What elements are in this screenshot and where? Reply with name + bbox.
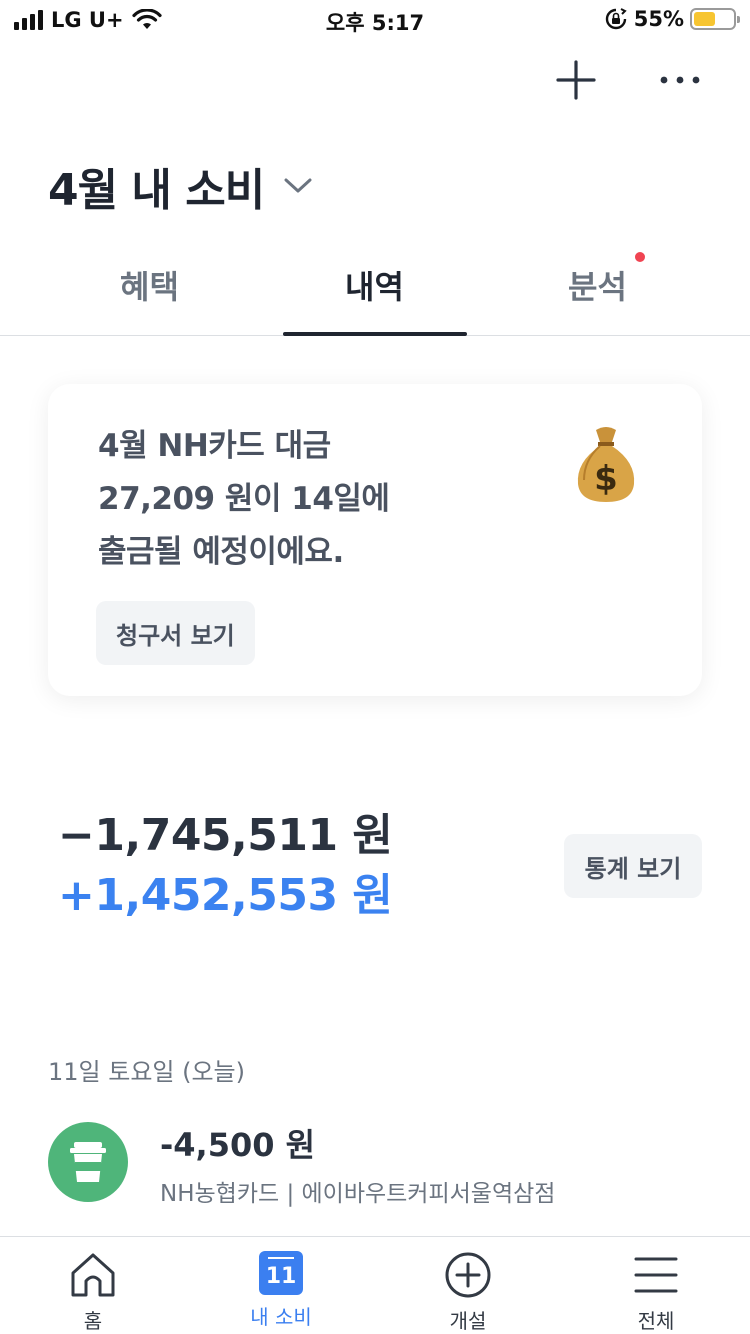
bottom-nav: 홈 11 내 소비 개설 전체 xyxy=(0,1236,750,1334)
coffee-cup-icon xyxy=(70,1142,106,1182)
day-header: 11일 토요일 (오늘) xyxy=(48,1058,246,1086)
nav-open-account-label: 개설 xyxy=(449,1309,487,1333)
nav-open-account[interactable]: 개설 xyxy=(408,1251,528,1334)
page-title: 4월 내 소비 xyxy=(48,165,265,216)
notification-dot xyxy=(634,252,645,262)
status-bar: LG U+ 오후 5:17 55% xyxy=(0,0,750,40)
rotation-lock-icon xyxy=(605,8,627,30)
view-bill-button[interactable]: 청구서 보기 xyxy=(96,601,255,665)
tab-analysis[interactable]: 분석 xyxy=(568,252,645,308)
active-tab-indicator xyxy=(283,332,467,336)
menu-icon xyxy=(634,1257,678,1293)
transaction-row[interactable]: -4,500 원 NH농협카드 | 에이바우트커피서울역삼점 xyxy=(48,1120,702,1210)
chevron-down-icon xyxy=(284,178,312,193)
add-button[interactable] xyxy=(554,58,598,102)
nav-all-label: 전체 xyxy=(637,1309,675,1333)
tab-bar: 혜택 내역 분석 xyxy=(0,250,750,336)
battery-level xyxy=(694,12,715,26)
nav-home[interactable]: 홈 xyxy=(33,1251,153,1334)
battery-percent: 55% xyxy=(633,7,684,31)
more-button[interactable] xyxy=(658,58,702,102)
bill-card: 4월 NH카드 대금 27,209 원이 14일에 출금될 예정이에요. $ 청… xyxy=(48,384,702,696)
tab-analysis-label: 분석 xyxy=(568,268,627,306)
transaction-amount: -4,500 원 xyxy=(160,1126,316,1164)
nav-my-spending-label: 내 소비 xyxy=(250,1305,312,1329)
tab-benefits[interactable]: 혜택 xyxy=(120,262,179,308)
total-incoming: +1,452,553 원 xyxy=(58,870,393,921)
transaction-icon xyxy=(48,1122,128,1202)
transaction-description: NH농협카드 | 에이바우트커피서울역삼점 xyxy=(160,1181,556,1207)
battery-icon xyxy=(690,8,740,30)
bill-line-3: 출금될 예정이에요. xyxy=(98,534,344,570)
status-right: 55% xyxy=(604,7,740,31)
view-stats-button[interactable]: 통계 보기 xyxy=(564,834,702,898)
svg-text:$: $ xyxy=(594,459,618,499)
month-selector[interactable]: 4월 내 소비 xyxy=(48,154,312,218)
total-outgoing: −1,745,511 원 xyxy=(58,810,393,861)
home-icon xyxy=(71,1253,115,1297)
plus-icon xyxy=(556,60,596,100)
calendar-day: 11 xyxy=(265,1263,297,1289)
nav-my-spending[interactable]: 11 내 소비 xyxy=(221,1251,341,1330)
nav-all[interactable]: 전체 xyxy=(596,1251,716,1334)
bill-line-1: 4월 NH카드 대금 xyxy=(98,428,331,464)
plus-circle-icon xyxy=(445,1252,491,1298)
nav-home-label: 홈 xyxy=(83,1309,103,1333)
money-bag-icon: $ xyxy=(577,427,635,502)
calendar-icon: 11 xyxy=(259,1251,303,1295)
more-dots-icon xyxy=(660,76,700,84)
monthly-totals: −1,745,511 원 +1,452,553 원 xyxy=(58,808,393,928)
header-actions xyxy=(554,58,702,102)
bill-message: 4월 NH카드 대금 27,209 원이 14일에 출금될 예정이에요. xyxy=(98,420,390,579)
tab-history[interactable]: 내역 xyxy=(345,262,404,308)
bill-line-2: 27,209 원이 14일에 xyxy=(98,481,390,517)
